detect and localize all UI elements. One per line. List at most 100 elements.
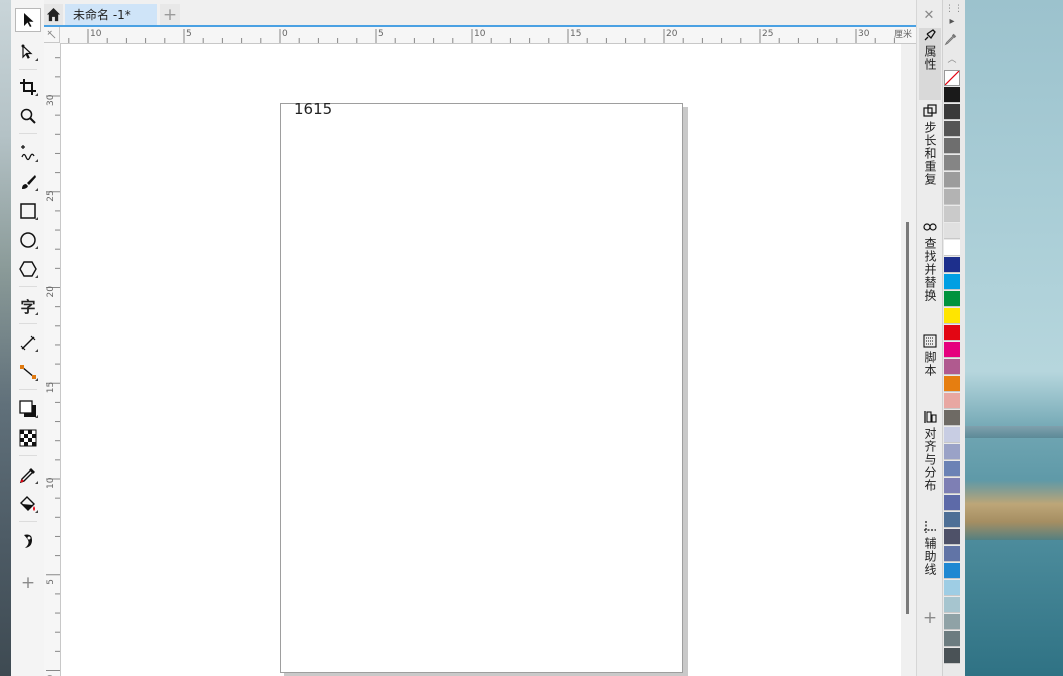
color-swatch[interactable] <box>944 206 960 222</box>
home-icon <box>46 7 61 22</box>
color-swatch[interactable] <box>944 155 960 171</box>
step-repeat-icon <box>923 104 937 117</box>
color-swatch[interactable] <box>944 614 960 630</box>
docker-tab-label: 步长和重复 <box>923 121 937 186</box>
color-swatch[interactable] <box>944 461 960 477</box>
color-swatch[interactable] <box>944 104 960 120</box>
add-tool-button[interactable]: + <box>15 571 41 595</box>
color-swatch[interactable] <box>944 512 960 528</box>
document-tab-label: 未命名 -1* <box>73 8 131 22</box>
dimension-tool[interactable] <box>15 331 41 355</box>
docker-tab-label: 查找并替换 <box>923 237 937 302</box>
flyout-indicator <box>35 159 38 162</box>
color-swatch[interactable] <box>944 138 960 154</box>
vertical-ruler[interactable]: 302520151050 <box>44 43 61 676</box>
ruler-label: 30 <box>858 29 870 39</box>
docker-tab-find-replace[interactable]: 查找并替换 <box>919 220 941 330</box>
polygon-tool[interactable] <box>15 257 41 281</box>
ruler-label: 20 <box>666 29 678 39</box>
color-swatch[interactable] <box>944 342 960 358</box>
eyedropper-tool[interactable] <box>15 463 41 487</box>
flyout-indicator <box>35 415 38 418</box>
docker-close-button[interactable]: ✕ <box>920 6 938 24</box>
color-swatch[interactable] <box>944 121 960 137</box>
docker-tab-label: 脚本 <box>923 351 937 377</box>
color-swatch[interactable] <box>944 597 960 613</box>
flyout-indicator <box>35 246 38 249</box>
transparency-tool[interactable] <box>15 426 41 450</box>
docker-tab-align-distribute[interactable]: 对齐与分布 <box>919 410 941 510</box>
color-swatch[interactable] <box>944 495 960 511</box>
color-swatch[interactable] <box>944 546 960 562</box>
color-swatch[interactable] <box>944 427 960 443</box>
color-swatch[interactable] <box>944 631 960 647</box>
docker-tab-step-repeat[interactable]: 步长和重复 <box>919 104 941 214</box>
find-replace-icon <box>923 223 937 231</box>
color-swatch[interactable] <box>944 580 960 596</box>
ruler-label: 5 <box>46 579 56 585</box>
color-swatch[interactable] <box>944 648 960 664</box>
zoom-tool[interactable] <box>15 104 41 128</box>
color-swatch[interactable] <box>944 359 960 375</box>
page-text-object[interactable]: 1615 <box>294 100 332 118</box>
color-swatch[interactable] <box>944 393 960 409</box>
color-swatch[interactable] <box>944 189 960 205</box>
color-swatch[interactable] <box>944 563 960 579</box>
desktop-wallpaper <box>964 0 1063 676</box>
crop-tool[interactable] <box>15 75 41 99</box>
palette-expand-arrow-icon[interactable]: ▸ <box>946 16 958 28</box>
ruler-unit-label: 厘米 <box>893 30 912 40</box>
flyout-indicator <box>35 58 38 61</box>
freehand-tool[interactable] <box>15 141 41 165</box>
ruler-label: 25 <box>762 29 773 39</box>
color-swatch[interactable] <box>944 257 960 273</box>
ellipse-tool[interactable] <box>15 228 41 252</box>
flyout-indicator <box>35 217 38 220</box>
smart-fill-tool[interactable] <box>15 529 41 553</box>
horizontal-ruler[interactable]: 10 5 0 5 10 15 20 25 30 厘米 <box>60 27 916 44</box>
home-tab[interactable] <box>44 4 63 25</box>
ruler-origin-corner[interactable] <box>44 27 60 43</box>
text-tool[interactable]: 字 <box>15 294 41 318</box>
connector-tool[interactable] <box>15 360 41 384</box>
flyout-indicator <box>35 188 38 191</box>
color-swatch[interactable] <box>944 223 960 239</box>
color-swatch[interactable] <box>944 172 960 188</box>
color-swatch[interactable] <box>944 410 960 426</box>
color-swatch[interactable] <box>944 325 960 341</box>
color-swatch[interactable] <box>944 240 960 256</box>
flyout-indicator <box>35 481 38 484</box>
rectangle-tool[interactable] <box>15 199 41 223</box>
interactive-fill-tool[interactable] <box>15 492 41 516</box>
flyout-indicator <box>35 312 38 315</box>
docker-tab-properties[interactable]: 属性 <box>919 28 941 100</box>
color-swatch[interactable] <box>944 308 960 324</box>
drop-shadow-tool[interactable] <box>15 397 41 421</box>
document-tab[interactable]: 未命名 -1* <box>65 4 157 25</box>
artistic-media-tool[interactable] <box>15 170 41 194</box>
color-swatch[interactable] <box>944 291 960 307</box>
color-swatch[interactable] <box>944 376 960 392</box>
palette-grip-icon[interactable]: ⋮⋮ <box>945 4 963 16</box>
shape-tool[interactable] <box>15 40 41 64</box>
color-swatch[interactable] <box>944 274 960 290</box>
docker-tab-guidelines[interactable]: 辅助线 <box>919 520 941 600</box>
ruler-label: 5 <box>378 29 384 39</box>
tool-separator <box>19 69 37 70</box>
color-swatch[interactable] <box>944 478 960 494</box>
color-swatch[interactable] <box>944 87 960 103</box>
new-document-tab-button[interactable]: + <box>160 4 180 25</box>
tool-separator <box>19 455 37 456</box>
no-color-swatch[interactable] <box>944 70 960 86</box>
docker-tab-script[interactable]: 脚本 <box>919 334 941 406</box>
color-swatch[interactable] <box>944 529 960 545</box>
document-page[interactable] <box>280 103 683 673</box>
palette-eyedropper-icon[interactable] <box>944 32 960 48</box>
vertical-scrollbar-thumb[interactable] <box>906 222 909 614</box>
flyout-indicator <box>35 275 38 278</box>
color-swatch[interactable] <box>944 444 960 460</box>
palette-scroll-up-icon[interactable]: ︿ <box>946 52 958 65</box>
ruler-label: 10 <box>474 29 486 39</box>
pick-tool[interactable] <box>15 8 41 32</box>
add-docker-button[interactable]: + <box>920 608 940 628</box>
